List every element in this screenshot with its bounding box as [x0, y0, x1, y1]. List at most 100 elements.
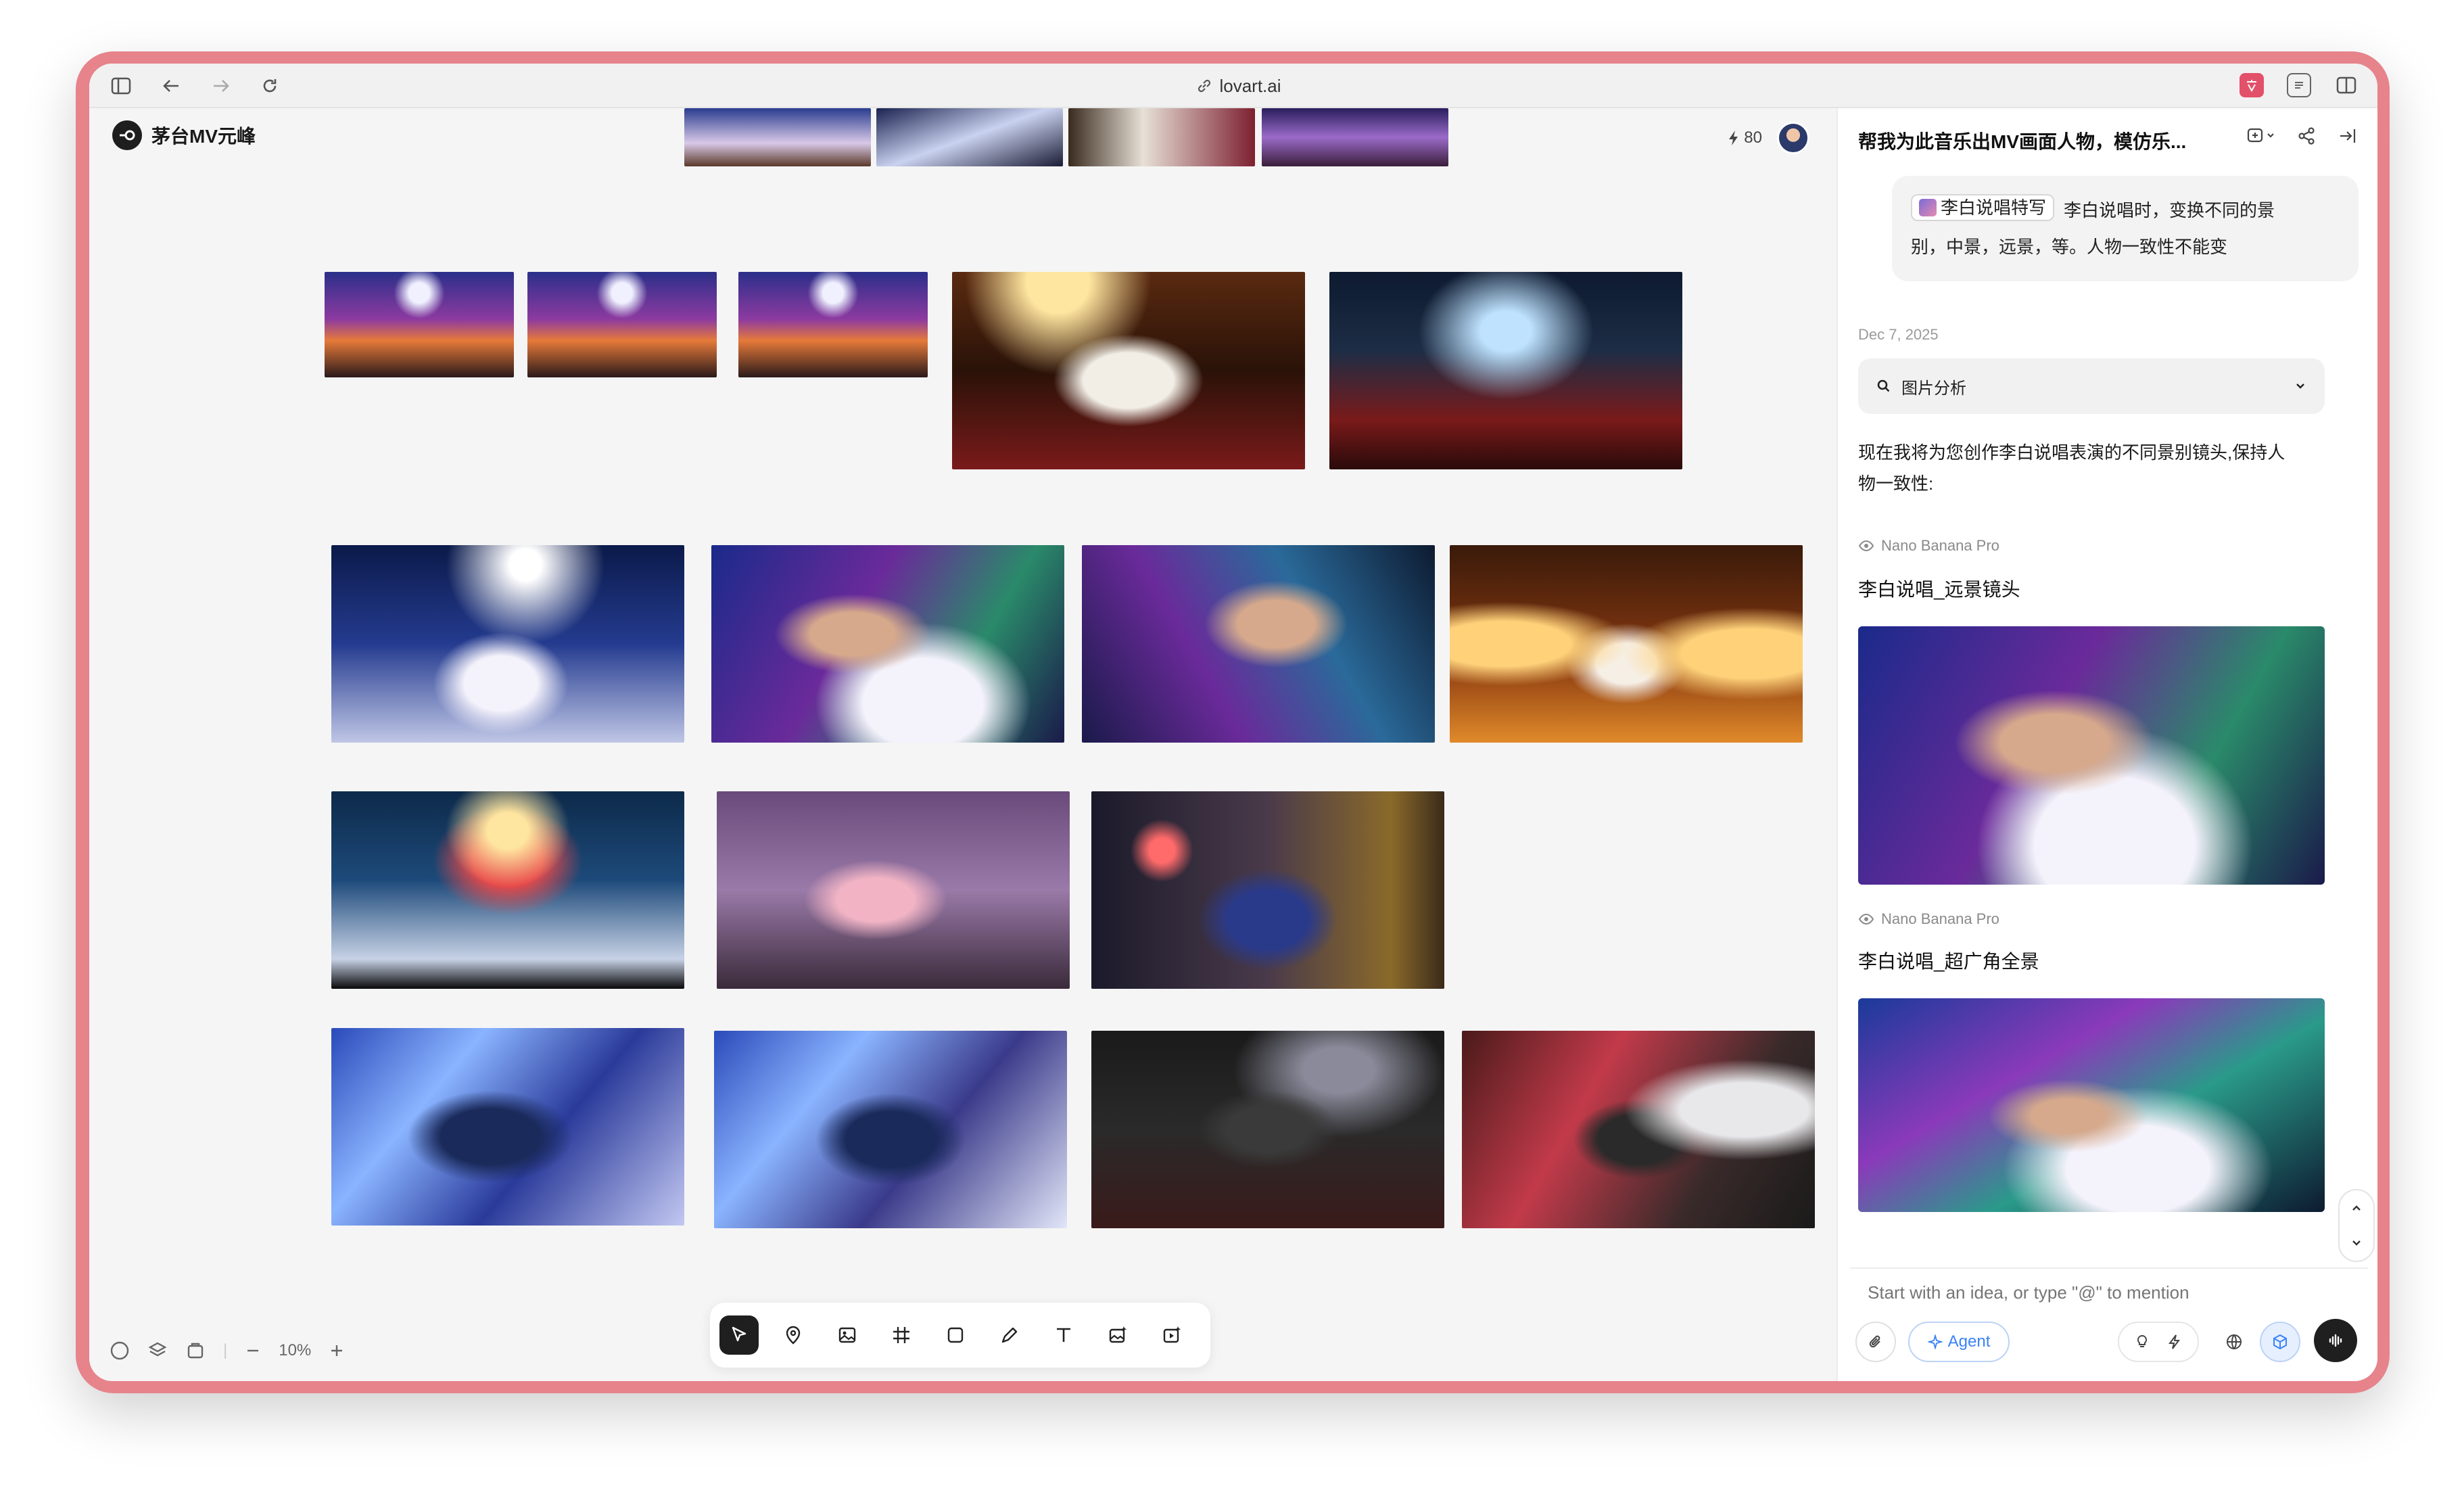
- canvas-image[interactable]: [1329, 272, 1682, 469]
- video-sparkle-icon: [1163, 1326, 1181, 1343]
- back-arrow-icon[interactable]: [158, 73, 184, 99]
- cube-icon: [2273, 1334, 2287, 1350]
- canvas-image[interactable]: [527, 272, 717, 377]
- mention-label: 李白说唱特写: [1941, 197, 2047, 218]
- extension-icon[interactable]: [2240, 73, 2264, 97]
- share-icon[interactable]: [2296, 126, 2317, 146]
- browser-window: lovart.ai 茅台MV元峰 80 | 10% 帮我为此音乐出MV画面人物，…: [89, 64, 2377, 1381]
- assistant-response: 现在我将为您创作李白说唱表演的不同景别镜头,保持人 物一致性:: [1858, 437, 2345, 499]
- mention-chip[interactable]: 李白说唱特写: [1911, 194, 2055, 221]
- credits-count: 80: [1744, 129, 1762, 147]
- image-sparkle-icon: [1109, 1326, 1127, 1343]
- search-icon: [1877, 379, 1890, 392]
- canvas-image[interactable]: [1082, 545, 1435, 743]
- chat-header-actions: [2246, 126, 2357, 146]
- pin-tool[interactable]: [774, 1315, 813, 1355]
- model-tag: Nano Banana Pro: [1858, 537, 1999, 555]
- analysis-label: 图片分析: [1901, 379, 1966, 398]
- mode-toggle-group: [2118, 1322, 2199, 1362]
- eye-icon: [1858, 540, 1874, 552]
- select-tool[interactable]: [719, 1315, 759, 1355]
- canvas-image[interactable]: [876, 108, 1063, 166]
- reload-icon[interactable]: [257, 73, 283, 99]
- model-name: Nano Banana Pro: [1881, 910, 1999, 927]
- link-icon: [1198, 79, 1211, 93]
- shape-tool[interactable]: [936, 1315, 975, 1355]
- forward-arrow-icon[interactable]: [208, 73, 234, 99]
- lightbulb-icon[interactable]: [2135, 1334, 2150, 1349]
- canvas-image[interactable]: [1462, 1031, 1815, 1228]
- canvas-image[interactable]: [952, 272, 1305, 469]
- lightning-icon[interactable]: [2167, 1334, 2182, 1349]
- url-text: lovart.ai: [1219, 75, 1281, 96]
- canvas-image[interactable]: [711, 545, 1064, 743]
- canvas-image[interactable]: [738, 272, 928, 377]
- canvas-image[interactable]: [325, 272, 514, 377]
- canvas-toolbar: [710, 1303, 1210, 1368]
- user-avatar[interactable]: [1777, 122, 1809, 154]
- generated-image-title: 李白说唱_超广角全景: [1858, 951, 2039, 972]
- canvas-controls: | 10%: [110, 1341, 345, 1361]
- video-gen-tool[interactable]: [1152, 1315, 1191, 1355]
- 3d-model-button[interactable]: [2260, 1322, 2300, 1362]
- translate-icon[interactable]: [2287, 73, 2311, 97]
- mention-avatar: [1919, 199, 1937, 216]
- canvas-image[interactable]: [331, 1028, 684, 1226]
- user-message: 李白说唱特写 李白说唱时，变换不同的景 别，中景，远景，等。人物一致性不能变: [1892, 176, 2359, 281]
- agent-button[interactable]: Agent: [1908, 1322, 2010, 1362]
- address-bar[interactable]: lovart.ai: [1171, 73, 1306, 99]
- generated-image[interactable]: [1858, 626, 2325, 885]
- credits-display[interactable]: 80: [1728, 129, 1762, 147]
- web-search-button[interactable]: [2214, 1322, 2254, 1362]
- chevron-down-icon[interactable]: [2350, 1236, 2363, 1250]
- chevron-down-icon: [2296, 383, 2304, 389]
- canvas-image[interactable]: [1091, 791, 1444, 989]
- agent-label: Agent: [1947, 1332, 1991, 1351]
- generated-image[interactable]: [1858, 998, 2325, 1212]
- location-pin-icon: [786, 1326, 801, 1345]
- prompt-text-line2: 别，中景，远景，等。人物一致性不能变: [1911, 237, 2228, 257]
- chat-title: 帮我为此音乐出MV画面人物，模仿乐...: [1858, 131, 2187, 152]
- voice-input-button[interactable]: [2314, 1319, 2357, 1362]
- canvas-image[interactable]: [1262, 108, 1448, 166]
- lovart-logo-icon: [112, 120, 142, 150]
- attach-button[interactable]: [1855, 1322, 1896, 1362]
- message-date: Dec 7, 2025: [1858, 326, 1939, 343]
- pen-tool[interactable]: [990, 1315, 1029, 1355]
- canvas-image[interactable]: [331, 791, 684, 989]
- image-gen-tool[interactable]: [1098, 1315, 1137, 1355]
- canvas-image[interactable]: [717, 791, 1070, 989]
- zoom-level[interactable]: 10%: [279, 1341, 311, 1360]
- sparkle-icon: [1927, 1334, 1943, 1349]
- layers-icon[interactable]: [147, 1341, 168, 1361]
- pencil-icon: [1001, 1327, 1018, 1343]
- canvas-image[interactable]: [1068, 108, 1255, 166]
- assets-icon[interactable]: [185, 1341, 206, 1361]
- circle-icon[interactable]: [110, 1341, 130, 1361]
- text-icon: [1057, 1328, 1070, 1342]
- project-header[interactable]: 茅台MV元峰: [112, 120, 256, 150]
- zoom-in-icon[interactable]: [329, 1343, 345, 1359]
- divider: |: [223, 1341, 228, 1359]
- square-icon: [947, 1327, 964, 1343]
- new-chat-icon[interactable]: [2246, 126, 2276, 146]
- hash-frame-icon: [893, 1327, 909, 1343]
- canvas-image[interactable]: [1450, 545, 1803, 743]
- zoom-out-icon[interactable]: [245, 1343, 261, 1359]
- canvas-image[interactable]: [1091, 1031, 1444, 1228]
- model-name: Nano Banana Pro: [1881, 537, 1999, 554]
- design-canvas[interactable]: 茅台MV元峰 80 | 10%: [89, 108, 1837, 1381]
- collapse-panel-icon[interactable]: [2337, 126, 2357, 146]
- model-tag: Nano Banana Pro: [1858, 910, 1999, 928]
- image-tool[interactable]: [828, 1315, 867, 1355]
- text-tool[interactable]: [1044, 1315, 1083, 1355]
- frame-tool[interactable]: [882, 1315, 921, 1355]
- canvas-image[interactable]: [331, 545, 684, 743]
- canvas-image[interactable]: [714, 1031, 1067, 1228]
- sidebar-toggle-icon[interactable]: [108, 73, 134, 99]
- chat-input[interactable]: [1868, 1282, 2341, 1303]
- canvas-image[interactable]: [684, 108, 871, 166]
- chevron-up-icon[interactable]: [2350, 1201, 2363, 1215]
- split-view-icon[interactable]: [2334, 73, 2359, 97]
- image-analysis-toggle[interactable]: 图片分析: [1858, 358, 2325, 414]
